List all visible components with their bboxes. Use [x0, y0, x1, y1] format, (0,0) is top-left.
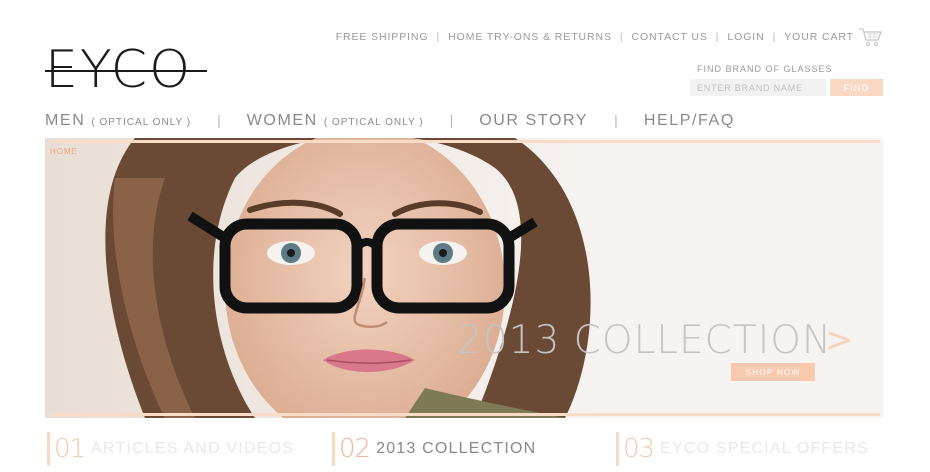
nav-women-sub: ( OPTICAL ONLY ): [323, 117, 424, 128]
tab-number: 03: [623, 434, 655, 464]
nav-women[interactable]: WOMEN ( OPTICAL ONLY ): [247, 112, 424, 130]
separator: |: [772, 31, 777, 43]
login-link[interactable]: LOGIN: [727, 31, 764, 43]
hero-banner[interactable]: HOME 2013 COLLECTION > SHOP NOW: [45, 138, 883, 418]
hero-title[interactable]: 2013 COLLECTION: [457, 318, 832, 363]
nav-help-faq[interactable]: HELP/FAQ: [644, 112, 735, 130]
nav-men-sub: ( OPTICAL ONLY ): [91, 117, 192, 128]
nav-our-story[interactable]: OUR STORY: [479, 112, 588, 130]
hero-bottom-bar: [50, 413, 880, 416]
brand-finder-label: FIND BRAND OF GLASSES: [697, 64, 833, 74]
shopping-cart-icon[interactable]: [858, 26, 882, 48]
feature-tabs: 01 ARTICLES AND VIDEOS 02 2013 COLLECTIO…: [45, 432, 885, 472]
hero-arrow-icon[interactable]: >: [825, 320, 854, 360]
tab-label: 2013 COLLECTION: [376, 440, 537, 457]
cart-link[interactable]: YOUR CART: [784, 31, 854, 43]
free-shipping-link[interactable]: FREE SHIPPING: [336, 31, 429, 43]
nav-separator: |: [449, 112, 454, 128]
separator: |: [436, 31, 441, 43]
main-nav: MEN ( OPTICAL ONLY ) | WOMEN ( OPTICAL O…: [45, 112, 735, 130]
find-button[interactable]: FIND: [830, 79, 883, 96]
tab-label: ARTICLES AND VIDEOS: [91, 440, 295, 457]
nav-men[interactable]: MEN ( OPTICAL ONLY ): [45, 112, 191, 130]
tab-label: EYCO SPECIAL OFFERS: [660, 440, 870, 457]
tab-number: 01: [54, 434, 86, 464]
contact-link[interactable]: CONTACT US: [632, 31, 708, 43]
shop-now-button[interactable]: SHOP NOW: [731, 363, 815, 381]
nav-men-label: MEN: [45, 112, 86, 129]
separator: |: [715, 31, 720, 43]
try-ons-link[interactable]: HOME TRY-ONS & RETURNS: [448, 31, 612, 43]
utility-nav: FREE SHIPPING | HOME TRY-ONS & RETURNS |…: [336, 26, 882, 48]
brand-search-input[interactable]: [690, 79, 826, 96]
hero-top-bar: [50, 140, 880, 143]
tab-2013-collection[interactable]: 02 2013 COLLECTION: [332, 432, 536, 466]
nav-separator: |: [217, 112, 221, 128]
nav-women-label: WOMEN: [246, 112, 318, 129]
separator: |: [619, 31, 624, 43]
tab-articles-videos[interactable]: 01 ARTICLES AND VIDEOS: [47, 432, 294, 466]
tab-special-offers[interactable]: 03 EYCO SPECIAL OFFERS: [616, 432, 869, 466]
tab-number: 02: [339, 434, 371, 464]
breadcrumb-home[interactable]: HOME: [50, 147, 78, 156]
hero-photo: [45, 138, 605, 418]
logo-underline: [45, 70, 207, 72]
nav-separator: |: [614, 112, 618, 128]
